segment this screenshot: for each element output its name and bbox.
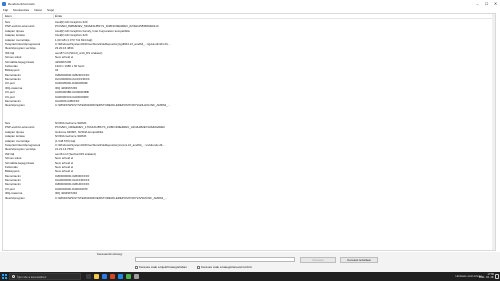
find-panel: Keresendő szöveg: Keresés Keresés lezárá…	[0, 252, 500, 272]
menu-view[interactable]: Nézet	[34, 8, 42, 12]
find-label: Keresendő szöveg:	[97, 252, 123, 256]
system-info-icon[interactable]	[134, 274, 139, 279]
search-names-checkbox[interactable]: Keresés csak a kategórianevek között	[197, 265, 252, 269]
vertical-scrollbar[interactable]	[492, 14, 495, 250]
file-explorer-icon[interactable]	[94, 274, 99, 279]
checkbox-box[interactable]	[197, 265, 200, 269]
close-find-button[interactable]: Keresés lezárása	[340, 257, 378, 263]
close-button[interactable]: ✕	[491, 0, 500, 7]
column-separator[interactable]	[53, 14, 54, 19]
menu-help[interactable]: Súgó	[47, 8, 54, 12]
taskbar-search[interactable]: Írjon ide a kereséshez	[9, 273, 81, 280]
column-value[interactable]: Érték	[55, 14, 62, 19]
maximize-button[interactable]: ☐	[482, 0, 491, 7]
column-header: Elem Érték	[3, 14, 495, 19]
table-row[interactable]: Illesztőprogram C:\WINDOWS\SYSTEM32\DRIVE…	[3, 196, 495, 200]
rows-container: Név Intel(R) HD Graphics 620 PNP-eszköz-az…	[3, 20, 495, 200]
details-list[interactable]: Elem Érték Név Intel(R) HD Graphics 620 PN…	[2, 13, 496, 251]
clock-date: 2021. 04. 19.	[478, 276, 494, 280]
window-title: Rendszerinformáció	[8, 1, 35, 6]
row-key: Illesztőprogram	[5, 195, 25, 200]
row-key: Illesztőprogram	[5, 103, 25, 108]
menu-file[interactable]: Fájl	[3, 8, 8, 12]
checkbox-label: Keresés csak a kategórianevek között	[201, 265, 252, 269]
windows-start-icon[interactable]	[2, 274, 7, 279]
column-item[interactable]: Elem	[5, 14, 12, 19]
taskbar-search-placeholder: Írjon ide a kereséshez	[17, 274, 47, 279]
find-button[interactable]: Keresés	[300, 257, 336, 263]
search-icon	[12, 275, 15, 278]
row-value: C:\WINDOWS\SYSTEM32\DRIVERSTORE\FILEREPO…	[55, 103, 171, 108]
find-input[interactable]	[135, 257, 295, 262]
edge-icon[interactable]	[102, 274, 107, 279]
task-view-icon[interactable]	[86, 274, 91, 279]
title-bar: Rendszerinformáció – ☐ ✕	[0, 0, 500, 7]
window-controls: – ☐ ✕	[473, 0, 500, 7]
notification-icon[interactable]	[495, 274, 499, 279]
taskbar: Írjon ide a kereséshez Hirdetés szél ért…	[0, 272, 500, 281]
mail-icon[interactable]	[118, 274, 123, 279]
checkbox-label: Keresés csak a kijelölt kategóriában	[139, 265, 187, 269]
app-icon	[2, 1, 6, 6]
clock[interactable]: 17:56 2021. 04. 19.	[479, 273, 494, 280]
store-icon[interactable]	[126, 274, 131, 279]
checkbox-box[interactable]	[135, 265, 138, 269]
search-selected-checkbox[interactable]: Keresés csak a kijelölt kategóriában	[135, 265, 187, 269]
minimize-button[interactable]: –	[473, 0, 482, 7]
row-value: C:\WINDOWS\SYSTEM32\DRIVERSTORE\FILEREPO…	[55, 195, 168, 200]
office-icon[interactable]	[110, 274, 115, 279]
table-row[interactable]: Illesztőprogram C:\WINDOWS\SYSTEM32\DRIVE…	[3, 103, 495, 107]
menu-edit[interactable]: Szerkesztés	[13, 8, 29, 12]
